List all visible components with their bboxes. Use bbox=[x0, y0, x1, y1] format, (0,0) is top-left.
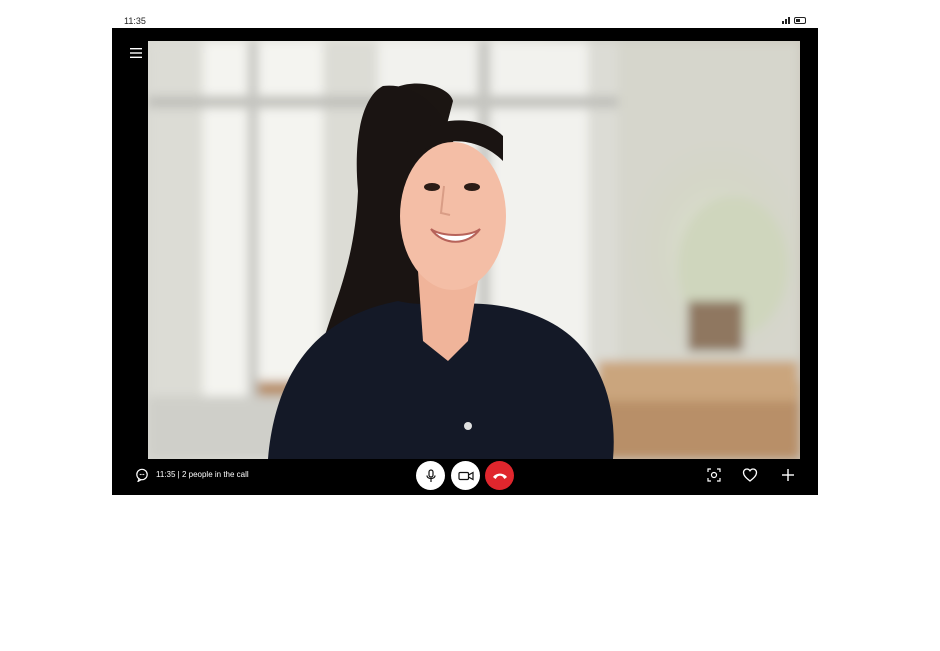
end-call-icon bbox=[492, 473, 507, 479]
participant-video-image bbox=[148, 41, 800, 459]
chat-icon[interactable] bbox=[135, 468, 149, 482]
participant-video bbox=[148, 41, 800, 459]
video-camera-icon bbox=[457, 470, 474, 481]
end-call-button[interactable] bbox=[485, 461, 514, 490]
status-icons bbox=[782, 17, 806, 24]
menu-icon[interactable] bbox=[130, 47, 142, 59]
heart-icon[interactable] bbox=[742, 467, 758, 483]
battery-icon bbox=[794, 17, 806, 24]
status-time: 11:35 bbox=[124, 16, 146, 26]
call-info-text: 11:35 | 2 people in the call bbox=[156, 470, 249, 479]
signal-icon bbox=[782, 17, 790, 24]
plus-icon[interactable] bbox=[780, 467, 796, 483]
video-camera-button[interactable] bbox=[451, 461, 480, 490]
microphone-icon bbox=[425, 468, 436, 482]
microphone-button[interactable] bbox=[416, 461, 445, 490]
screenshot-icon[interactable] bbox=[706, 467, 722, 483]
